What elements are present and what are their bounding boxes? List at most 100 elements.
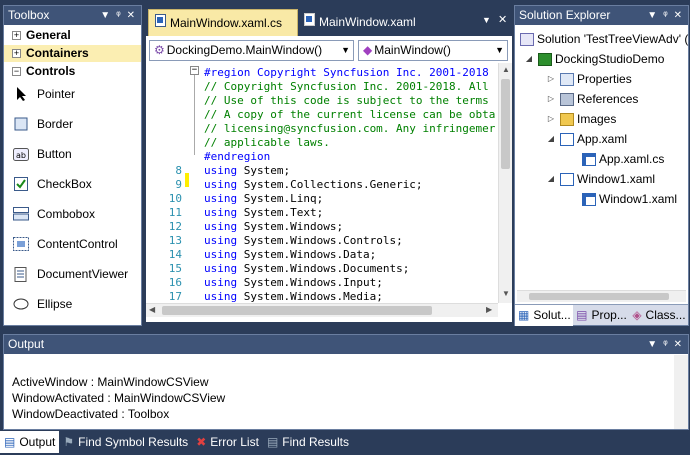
tool-label: CheckBox bbox=[37, 177, 92, 191]
pin-icon[interactable]: ᵠ bbox=[116, 6, 120, 25]
close-icon[interactable]: ✕ bbox=[127, 6, 135, 25]
border-icon bbox=[12, 116, 30, 132]
code-area[interactable]: − #region Copyright Syncfusion Inc. 2001… bbox=[146, 63, 498, 303]
combobox-icon bbox=[12, 206, 30, 222]
expand-icon[interactable]: + bbox=[12, 31, 21, 40]
tree-node-images[interactable]: ▷ Images bbox=[545, 109, 616, 129]
class-combo[interactable]: ⚙ DockingDemo.MainWindow() ▼ bbox=[149, 40, 354, 61]
tab-label: Solut... bbox=[533, 308, 571, 322]
svg-text:ab: ab bbox=[16, 151, 26, 160]
xaml-icon bbox=[560, 172, 574, 186]
code-line: // Copyright Syncfusion Inc. 2001-2018. … bbox=[204, 80, 489, 93]
tree-node-solution[interactable]: Solution 'TestTreeViewAdv' ( bbox=[517, 29, 688, 49]
horizontal-scrollbar[interactable]: ◀ ▶ bbox=[146, 303, 498, 317]
tree-node-app-xaml-cs[interactable]: App.xaml.cs bbox=[579, 149, 664, 169]
tab-find-symbol-results[interactable]: ⚑ Find Symbol Results bbox=[59, 431, 192, 453]
code-line: #endregion bbox=[204, 150, 271, 163]
close-icon[interactable]: ✕ bbox=[674, 335, 682, 354]
dropdown-icon[interactable]: ▼ bbox=[100, 6, 110, 25]
tool-documentviewer[interactable]: DocumentViewer bbox=[4, 259, 141, 289]
solution-explorer-bottom-tabs: ▦ Solut... ▤ Prop... ◈ Class... bbox=[515, 304, 688, 326]
tree-node-project[interactable]: ◢ DockingStudioDemo bbox=[523, 49, 664, 69]
tab-mainwindow-xaml[interactable]: MainWindow.xaml bbox=[298, 9, 428, 36]
scroll-thumb[interactable] bbox=[162, 306, 432, 315]
scroll-thumb[interactable] bbox=[501, 79, 510, 169]
scroll-left-icon[interactable]: ◀ bbox=[149, 305, 155, 314]
scroll-thumb[interactable] bbox=[529, 293, 669, 300]
tree-node-app-xaml[interactable]: ◢ App.xaml bbox=[545, 129, 627, 149]
code-line: 14 using System.Windows.Data; bbox=[168, 248, 377, 261]
code-line: // Use of this code is subject to the te… bbox=[204, 94, 489, 107]
dropdown-icon[interactable]: ▼ bbox=[647, 6, 657, 25]
tool-combobox[interactable]: Combobox bbox=[4, 199, 141, 229]
collapse-icon[interactable]: ◢ bbox=[545, 169, 557, 189]
expand-icon[interactable]: + bbox=[12, 49, 21, 58]
scroll-up-icon[interactable]: ▲ bbox=[502, 65, 510, 74]
tool-pointer[interactable]: Pointer bbox=[4, 79, 141, 109]
vertical-scrollbar[interactable] bbox=[674, 355, 688, 429]
tab-dropdown-icon[interactable]: ▼ bbox=[482, 15, 491, 25]
expand-icon[interactable]: ▷ bbox=[545, 89, 557, 109]
expand-icon[interactable]: ▷ bbox=[545, 69, 557, 89]
button-icon: ab bbox=[12, 146, 30, 162]
tool-ellipse[interactable]: Ellipse bbox=[4, 289, 141, 319]
chevron-down-icon[interactable]: ▼ bbox=[341, 41, 350, 60]
code-line: 9 using System.Collections.Generic; bbox=[175, 178, 423, 191]
category-containers[interactable]: + Containers bbox=[4, 45, 141, 62]
horizontal-scrollbar[interactable] bbox=[517, 290, 686, 302]
solution-explorer-header[interactable]: Solution Explorer ▼ ᵠ ✕ bbox=[515, 6, 688, 25]
expand-icon[interactable]: ◢ bbox=[523, 49, 535, 69]
solution-explorer-title: Solution Explorer bbox=[519, 8, 611, 22]
pin-icon[interactable]: ᵠ bbox=[663, 6, 667, 25]
collapse-icon[interactable]: ◢ bbox=[545, 129, 557, 149]
tab-output[interactable]: ▤ Output bbox=[0, 431, 60, 453]
pin-icon[interactable]: ᵠ bbox=[663, 335, 667, 354]
tab-error-list[interactable]: ✖ Error List bbox=[192, 431, 263, 453]
output-header[interactable]: Output ▼ ᵠ ✕ bbox=[4, 335, 688, 354]
category-general[interactable]: + General bbox=[4, 27, 141, 44]
tab-label: Find Symbol Results bbox=[78, 435, 189, 449]
output-title: Output bbox=[8, 337, 45, 351]
code-line: // applicable laws. bbox=[204, 136, 330, 149]
tab-mainwindow-xaml-cs[interactable]: MainWindow.xaml.cs bbox=[148, 9, 298, 36]
code-line: 15 using System.Windows.Documents; bbox=[168, 262, 410, 275]
tool-button[interactable]: ab Button bbox=[4, 139, 141, 169]
tool-contentcontrol[interactable]: ContentControl bbox=[4, 229, 141, 259]
find-results-icon: ▤ bbox=[266, 435, 279, 449]
tab-class-view[interactable]: ◈ Class... bbox=[629, 305, 688, 326]
close-icon[interactable]: ✕ bbox=[498, 13, 507, 26]
solution-explorer-panel: Solution Explorer ▼ ᵠ ✕ Solution 'TestTr… bbox=[514, 5, 689, 326]
dropdown-icon[interactable]: ▼ bbox=[647, 335, 657, 354]
tool-border[interactable]: Border bbox=[4, 109, 141, 139]
toolbox-header[interactable]: Toolbox ▼ ᵠ ✕ bbox=[4, 6, 141, 25]
class-view-icon: ◈ bbox=[632, 308, 642, 322]
category-controls[interactable]: − Controls bbox=[4, 63, 141, 80]
tool-label: Button bbox=[37, 147, 72, 161]
chevron-down-icon[interactable]: ▼ bbox=[495, 41, 504, 60]
tab-label: MainWindow.xaml.cs bbox=[170, 15, 283, 30]
vertical-scrollbar[interactable]: ▲ ▼ bbox=[498, 63, 512, 303]
tab-solution-explorer[interactable]: ▦ Solut... bbox=[515, 305, 574, 326]
scroll-down-icon[interactable]: ▼ bbox=[502, 289, 510, 298]
tree-node-label: App.xaml.cs bbox=[599, 152, 665, 166]
tool-checkbox[interactable]: CheckBox bbox=[4, 169, 141, 199]
code-editor-panel: MainWindow.xaml.cs MainWindow.xaml ▼ ✕ ⚙… bbox=[146, 5, 512, 322]
scroll-right-icon[interactable]: ▶ bbox=[486, 305, 492, 314]
xaml-file-icon bbox=[304, 9, 315, 36]
member-combo[interactable]: ◆ MainWindow() ▼ bbox=[358, 40, 508, 61]
pointer-icon bbox=[12, 86, 30, 102]
documentviewer-icon bbox=[12, 266, 30, 282]
expand-icon[interactable]: ▷ bbox=[545, 109, 557, 129]
tree-node-properties[interactable]: ▷ Properties bbox=[545, 69, 632, 89]
close-icon[interactable]: ✕ bbox=[674, 6, 682, 25]
tab-properties[interactable]: ▤ Prop... bbox=[573, 305, 629, 326]
tree-node-window1-xaml-cs[interactable]: Window1.xaml bbox=[579, 189, 677, 209]
tab-find-results[interactable]: ▤ Find Results bbox=[263, 431, 353, 453]
method-icon: ◆ bbox=[363, 43, 373, 57]
tree-node-window1-xaml[interactable]: ◢ Window1.xaml bbox=[545, 169, 655, 189]
collapse-icon[interactable]: − bbox=[12, 67, 21, 76]
tree-node-label: References bbox=[577, 92, 639, 106]
category-label: Containers bbox=[26, 46, 89, 60]
toolbox-panel: Toolbox ▼ ᵠ ✕ + General + Containers − Cont… bbox=[3, 5, 142, 326]
tree-node-references[interactable]: ▷ References bbox=[545, 89, 638, 109]
